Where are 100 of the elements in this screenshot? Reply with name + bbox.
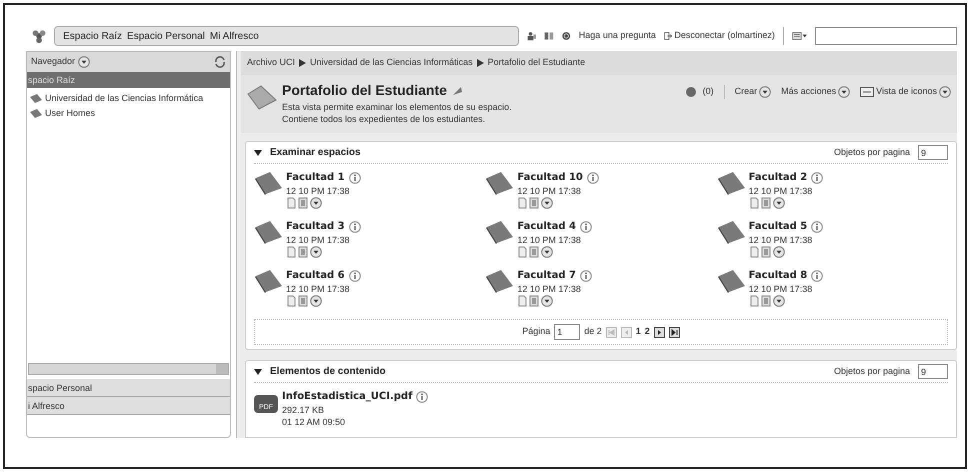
more-actions-icon[interactable]: [772, 246, 785, 258]
folder-icon: [29, 108, 43, 119]
view-menu-icon[interactable]: [792, 30, 808, 42]
view-icon: [860, 86, 874, 97]
users-icon[interactable]: [526, 30, 536, 42]
navigator-section[interactable]: i Alfresco: [27, 397, 230, 415]
space-date: 12 10 PM 17:38: [286, 283, 351, 295]
per-page-field[interactable]: 9: [918, 145, 948, 160]
tree-item[interactable]: Universidad de las Ciencias Informática: [45, 92, 204, 106]
space-link[interactable]: Facultad 7: [517, 268, 576, 283]
details-icon[interactable]: [529, 197, 540, 209]
clipboard-count: (0): [702, 85, 725, 98]
space-link[interactable]: Facultad 6: [286, 268, 345, 283]
page-field[interactable]: 1: [554, 324, 580, 340]
top-nav-link[interactable]: Mi Alfresco: [210, 28, 259, 44]
info-icon[interactable]: [580, 220, 592, 232]
info-icon[interactable]: [811, 220, 824, 232]
collapse-icon[interactable]: [254, 148, 262, 156]
dropdown-icon[interactable]: [78, 56, 90, 68]
space-link[interactable]: Facultad 3: [286, 219, 345, 234]
copy-icon[interactable]: [517, 197, 528, 209]
folder-icon: [254, 170, 284, 196]
dropdown-icon[interactable]: [759, 86, 772, 98]
space-link[interactable]: Facultad 4: [517, 219, 576, 234]
folder-icon: [485, 219, 516, 245]
copy-icon[interactable]: [748, 197, 759, 209]
more-actions-icon[interactable]: [772, 295, 785, 307]
details-icon[interactable]: [760, 295, 771, 307]
breadcrumb-separator-icon: [299, 59, 306, 67]
space-link[interactable]: Facultad 5: [748, 219, 808, 234]
more-actions-icon[interactable]: [310, 246, 322, 258]
copy-icon[interactable]: [517, 295, 528, 307]
file-link[interactable]: InfoEstadistica_UCI.pdf: [282, 389, 412, 404]
more-actions-icon[interactable]: [310, 295, 322, 307]
info-icon[interactable]: [416, 390, 428, 402]
copy-icon[interactable]: [748, 246, 759, 258]
info-icon[interactable]: [580, 270, 592, 282]
per-page-label: Objetos por pagina: [834, 364, 910, 378]
space-link[interactable]: Facultad 8: [748, 268, 808, 283]
file-size: 292.17 KB: [282, 404, 326, 416]
navigator-section[interactable]: spacio Personal: [27, 379, 230, 397]
space-link[interactable]: Facultad 2: [748, 170, 808, 185]
help-icon[interactable]: [562, 30, 571, 42]
details-icon[interactable]: [298, 246, 308, 258]
tree-item[interactable]: User Homes: [45, 106, 96, 120]
space-date: 12 10 PM 17:38: [517, 185, 582, 197]
folder-icon: [254, 268, 284, 294]
refresh-icon[interactable]: [214, 56, 226, 68]
search-field[interactable]: [815, 27, 957, 45]
breadcrumb-link[interactable]: Archivo UCI: [247, 56, 296, 70]
page-link[interactable]: 2: [644, 325, 650, 339]
breadcrumb-link[interactable]: Universidad de las Ciencias Informáticas: [310, 56, 473, 70]
details-icon[interactable]: [298, 295, 308, 307]
page-link[interactable]: 1: [636, 325, 641, 339]
copy-icon[interactable]: [286, 295, 296, 307]
space-date: 12 10 PM 17:38: [748, 283, 814, 295]
last-page-icon[interactable]: [668, 326, 680, 338]
horizontal-scrollbar[interactable]: [28, 363, 229, 375]
space-link[interactable]: Facultad 1: [286, 170, 345, 185]
breadcrumb-link[interactable]: Portafolio del Estudiante: [488, 56, 586, 70]
logout-icon[interactable]: [664, 30, 672, 42]
folder-icon: [29, 93, 43, 104]
info-icon[interactable]: [348, 220, 361, 232]
more-actions-icon[interactable]: [772, 197, 785, 209]
navigator-section[interactable]: spacio Raíz: [27, 72, 230, 88]
per-page-field[interactable]: 9: [918, 364, 948, 379]
help-link[interactable]: Haga una pregunta: [578, 29, 656, 43]
copy-icon[interactable]: [286, 246, 296, 258]
top-nav-link[interactable]: Espacio Raíz: [63, 28, 122, 44]
info-icon[interactable]: [348, 270, 361, 282]
copy-icon[interactable]: [517, 246, 528, 258]
next-page-icon[interactable]: [654, 326, 665, 338]
details-icon[interactable]: [529, 246, 540, 258]
copy-icon[interactable]: [748, 295, 759, 307]
dropdown-icon[interactable]: [939, 86, 951, 98]
info-icon[interactable]: [348, 172, 361, 184]
details-icon[interactable]: [760, 197, 771, 209]
details-icon[interactable]: [298, 197, 308, 209]
details-icon[interactable]: [529, 295, 540, 307]
more-actions-icon[interactable]: [310, 197, 322, 209]
info-icon[interactable]: [811, 270, 824, 282]
action-link[interactable]: Crear: [734, 85, 758, 98]
more-actions-icon[interactable]: [541, 295, 554, 307]
top-nav-link[interactable]: Espacio Personal: [127, 28, 205, 44]
per-page-label: Objetos por pagina: [834, 146, 910, 159]
more-actions-icon[interactable]: [541, 246, 554, 258]
more-actions-icon[interactable]: [541, 197, 554, 209]
action-link[interactable]: Vista de iconos: [876, 85, 937, 98]
collapse-icon[interactable]: [254, 368, 262, 376]
dropdown-icon[interactable]: [838, 86, 850, 98]
logout-link[interactable]: Desconectar (olmartinez): [674, 29, 775, 43]
details-icon[interactable]: [760, 246, 771, 258]
action-link[interactable]: Más acciones: [781, 85, 836, 98]
info-icon[interactable]: [811, 172, 824, 184]
copy-icon[interactable]: [286, 197, 296, 209]
space-link[interactable]: Facultad 10: [517, 170, 583, 185]
navigator-title: Navegador: [31, 55, 76, 68]
breadcrumb-separator-icon: [476, 59, 484, 67]
folder-icon: [485, 268, 516, 294]
info-icon[interactable]: [586, 172, 599, 184]
